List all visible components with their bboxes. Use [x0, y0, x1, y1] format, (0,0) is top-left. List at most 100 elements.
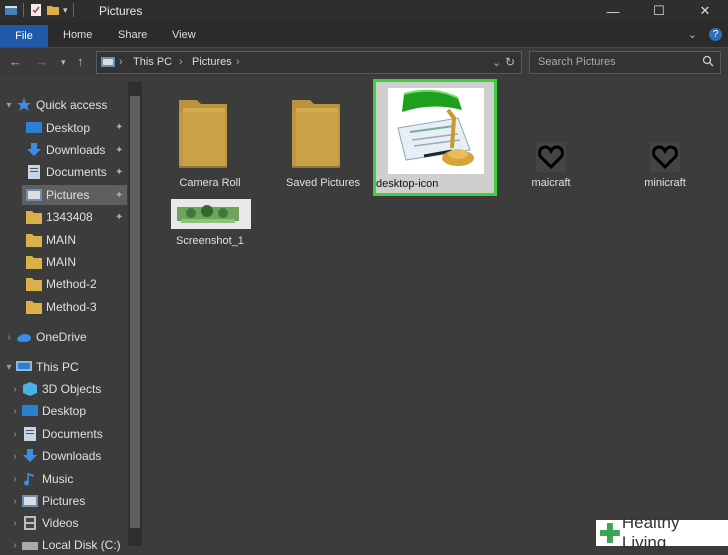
address-dropdown-icon[interactable]: ⌄ [492, 56, 501, 69]
tab-view[interactable]: View [172, 29, 196, 41]
address-bar[interactable]: › This PC › Pictures › ⌄ [96, 51, 522, 74]
heart-outline-icon [536, 142, 566, 172]
sidebar-label: MAIN [46, 255, 76, 269]
sidebar-item-this-pc[interactable]: ▾ This PC [4, 357, 79, 377]
expand-chevron-icon[interactable]: › [10, 474, 20, 485]
search-icon[interactable] [702, 55, 714, 67]
sidebar-item-desktop[interactable]: Desktop [24, 118, 90, 138]
pin-icon[interactable]: ✦ [115, 212, 123, 223]
folder-icon [26, 211, 42, 224]
sidebar-item-pictures[interactable]: › Pictures [10, 491, 85, 511]
sidebar-item-pictures[interactable]: Pictures [24, 185, 89, 205]
file-item-screenshot-1[interactable]: Screenshot_1 [165, 196, 255, 251]
sidebar-item-3d-objects[interactable]: › 3D Objects [10, 379, 101, 399]
file-name: Screenshot_1 [176, 235, 244, 247]
file-item-camera-roll[interactable]: Camera Roll [165, 88, 255, 193]
sidebar-scrollbar[interactable] [128, 82, 142, 546]
file-item-minicraft[interactable]: minicraft [620, 136, 710, 196]
sidebar-label: Quick access [36, 98, 108, 112]
drive-icon [22, 542, 38, 550]
sidebar-item-onedrive[interactable]: › OneDrive [4, 327, 86, 347]
sidebar-label: 3D Objects [42, 382, 102, 396]
search-input[interactable]: Search Pictures [529, 51, 721, 74]
download-arrow-icon [27, 143, 41, 156]
sidebar-item-local-disk[interactable]: › Local Disk (C:) [10, 535, 120, 555]
expand-chevron-icon[interactable]: › [10, 518, 20, 529]
cloud-icon [17, 334, 31, 342]
sidebar-item-method-2[interactable]: Method-2 [24, 274, 97, 294]
up-icon[interactable]: ↑ [77, 54, 84, 69]
expand-chevron-icon[interactable]: ▾ [4, 362, 14, 373]
forward-icon[interactable]: → [35, 54, 48, 69]
close-button[interactable]: ✕ [682, 0, 728, 22]
sidebar-item-quick-access[interactable]: ▾ Quick access [4, 95, 107, 115]
help-icon[interactable]: ? [709, 28, 722, 41]
expand-chevron-icon[interactable]: › [4, 332, 14, 343]
sidebar-item-main[interactable]: MAIN [24, 230, 76, 250]
folder-icon [26, 278, 42, 291]
breadcrumb-pictures[interactable]: Pictures [192, 56, 232, 68]
tab-file[interactable]: File [0, 25, 48, 47]
file-name: maicraft [531, 177, 571, 189]
properties-icon[interactable] [29, 3, 43, 17]
pin-icon[interactable]: ✦ [115, 190, 123, 201]
tab-home[interactable]: Home [63, 29, 92, 41]
back-icon[interactable]: ← [9, 54, 22, 69]
sidebar-item-main[interactable]: MAIN [24, 252, 76, 272]
pin-icon[interactable]: ✦ [115, 167, 123, 178]
minimize-button[interactable]: — [590, 0, 636, 22]
expand-chevron-icon[interactable]: › [10, 540, 20, 551]
star-icon [17, 98, 31, 111]
recent-locations-icon[interactable]: ▾ [61, 57, 66, 68]
new-folder-icon[interactable] [46, 3, 60, 17]
folder-icon [26, 234, 42, 247]
sidebar-item-method-3[interactable]: Method-3 [24, 297, 97, 317]
breadcrumb-separator-icon: › [119, 56, 123, 68]
window-title: Pictures [99, 4, 143, 18]
sidebar-label: Pictures [42, 494, 86, 508]
expand-chevron-icon[interactable]: › [10, 406, 20, 417]
breadcrumb-this-pc[interactable]: This PC [133, 56, 172, 68]
breadcrumb-separator-icon: › [179, 56, 183, 68]
pin-icon[interactable]: ✦ [115, 122, 123, 133]
expand-chevron-icon[interactable]: › [10, 451, 20, 462]
expand-chevron-icon[interactable]: › [10, 384, 20, 395]
heart-outline-icon [650, 142, 680, 172]
sidebar-item-desktop[interactable]: › Desktop [10, 401, 86, 421]
expand-chevron-icon[interactable]: › [10, 429, 20, 440]
expand-chevron-icon[interactable]: ▾ [4, 100, 14, 111]
sidebar-item-1343408[interactable]: 1343408 [24, 207, 93, 227]
expand-ribbon-icon[interactable]: ⌄ [688, 28, 697, 41]
folder-icon [179, 100, 227, 168]
sidebar-item-videos[interactable]: › Videos [10, 513, 78, 533]
maximize-button[interactable]: ☐ [636, 0, 682, 22]
sidebar-item-documents[interactable]: › Documents [10, 424, 103, 444]
breadcrumb-separator-icon: › [236, 56, 240, 68]
sidebar-label: Downloads [46, 143, 106, 157]
desktop-icon [26, 122, 42, 133]
sidebar-item-downloads[interactable]: Downloads [24, 140, 105, 160]
explorer-icon[interactable] [4, 3, 18, 17]
desk-lamp-icon [388, 88, 484, 174]
sidebar-item-documents[interactable]: Documents [24, 162, 107, 182]
sidebar-label: Method-3 [46, 300, 97, 314]
desktop-icon [22, 405, 38, 416]
file-item-desktop-icon[interactable]: desktop-icon [373, 79, 497, 196]
document-icon [24, 427, 36, 441]
scrollbar-thumb[interactable] [130, 96, 140, 528]
sidebar-item-music[interactable]: › Music [10, 469, 73, 489]
customize-toolbar-icon[interactable]: ▾ [63, 5, 68, 16]
file-item-maicraft[interactable]: maicraft [506, 136, 596, 196]
ribbon: File Home Share View ⌄ ? [0, 22, 728, 48]
sidebar-item-downloads[interactable]: › Downloads [10, 446, 101, 466]
sidebar-label: This PC [36, 360, 79, 374]
search-placeholder: Search Pictures [538, 56, 616, 68]
pictures-icon [26, 189, 42, 201]
sidebar-label: MAIN [46, 233, 76, 247]
refresh-icon[interactable]: ↻ [505, 55, 515, 69]
tab-share[interactable]: Share [118, 29, 147, 41]
file-name: Camera Roll [179, 177, 241, 189]
pin-icon[interactable]: ✦ [115, 145, 123, 156]
file-item-saved-pictures[interactable]: Saved Pictures [278, 88, 368, 193]
expand-chevron-icon[interactable]: › [10, 496, 20, 507]
